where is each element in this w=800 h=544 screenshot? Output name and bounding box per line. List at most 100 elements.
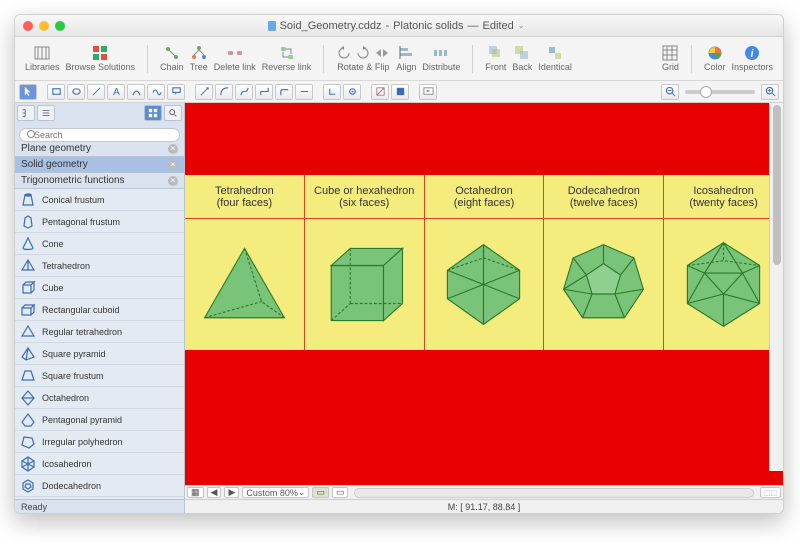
- list-item[interactable]: Octahedron: [15, 387, 184, 409]
- list-item[interactable]: Irregular polyhedron: [15, 431, 184, 453]
- list-item[interactable]: Pentagonal frustum: [15, 211, 184, 233]
- list-item[interactable]: Square frustum: [15, 365, 184, 387]
- solid-icosahedron[interactable]: Icosahedron(twenty faces): [664, 175, 783, 350]
- zoom-in-button[interactable]: [761, 84, 779, 100]
- page-tab-add[interactable]: ▦: [187, 487, 204, 498]
- browse-solutions-button[interactable]: Browse Solutions: [66, 45, 136, 72]
- connector-direct-tool[interactable]: [195, 84, 213, 100]
- sidebar-category-plane[interactable]: Plane geometry×: [15, 141, 184, 157]
- bezier-tool[interactable]: [127, 84, 145, 100]
- list-item[interactable]: Tetrahedron: [15, 255, 184, 277]
- list-item[interactable]: Icosahedron: [15, 453, 184, 475]
- chain-button[interactable]: Chain: [160, 45, 184, 72]
- inspectors-button[interactable]: i Inspectors: [731, 45, 773, 72]
- search-input[interactable]: [19, 128, 180, 142]
- distribute-button[interactable]: Distribute: [422, 45, 460, 72]
- grid-button[interactable]: Grid: [662, 45, 679, 72]
- ortho-tool[interactable]: [323, 84, 341, 100]
- solid-tetrahedron[interactable]: Tetrahedron(four faces): [185, 175, 305, 350]
- front-button[interactable]: Front: [485, 45, 506, 72]
- solid-cube[interactable]: Cube or hexahedron(six faces): [305, 175, 425, 350]
- minimize-button[interactable]: [39, 21, 49, 31]
- solid-header: Icosahedron(twenty faces): [664, 175, 783, 219]
- connector-smart-tool[interactable]: [255, 84, 273, 100]
- sidebar-category-trig[interactable]: Trigonometric functions×: [15, 173, 184, 189]
- pentagonal-pyramid-icon: [19, 411, 37, 429]
- zoom-dropdown[interactable]: Custom 80% ⌄: [242, 487, 309, 498]
- document-icon: [268, 21, 276, 31]
- callout-tool[interactable]: [167, 84, 185, 100]
- main-area: Plane geometry× Solid geometry× Trigonom…: [15, 103, 783, 513]
- libraries-button[interactable]: Libraries: [25, 45, 60, 72]
- back-icon: [514, 45, 530, 61]
- snap-tool[interactable]: [343, 84, 361, 100]
- tree-button[interactable]: Tree: [190, 45, 208, 72]
- identical-button[interactable]: Identical: [538, 45, 572, 72]
- align-icon: [398, 45, 414, 61]
- close-icon[interactable]: ×: [168, 144, 178, 154]
- list-item[interactable]: Square pyramid: [15, 343, 184, 365]
- solid-octahedron[interactable]: Octahedron(eight faces): [425, 175, 545, 350]
- vertical-scrollbar[interactable]: [769, 103, 783, 471]
- list-item[interactable]: Dodecahedron: [15, 475, 184, 497]
- doc-title: Platonic solids: [393, 20, 463, 32]
- chain-icon: [164, 45, 180, 61]
- zoom-out-button[interactable]: [661, 84, 679, 100]
- list-item[interactable]: Conical frustum: [15, 189, 184, 211]
- fill-tool[interactable]: [391, 84, 409, 100]
- line-tool[interactable]: [87, 84, 105, 100]
- page-indicator-2[interactable]: ▭: [332, 487, 349, 498]
- back-button[interactable]: Back: [512, 45, 532, 72]
- list-item[interactable]: Rectangular cuboid: [15, 299, 184, 321]
- close-icon[interactable]: ×: [168, 176, 178, 186]
- horizontal-scroll-track[interactable]: [354, 488, 753, 498]
- pentagonal-frustum-icon: [19, 213, 37, 231]
- rotate-flip-button[interactable]: Rotate & Flip: [336, 45, 390, 72]
- close-icon[interactable]: ×: [168, 160, 178, 170]
- page-next[interactable]: ▶: [224, 487, 239, 498]
- canvas[interactable]: Tetrahedron(four faces) Cube or hexahedr…: [185, 103, 783, 485]
- title-dropdown-icon[interactable]: ⌄: [518, 21, 525, 30]
- sidebar-tab-list[interactable]: [37, 105, 55, 121]
- solid-header: Octahedron(eight faces): [425, 175, 544, 219]
- list-item[interactable]: Cone: [15, 233, 184, 255]
- spline-tool[interactable]: [147, 84, 165, 100]
- connector-bezier-tool[interactable]: [235, 84, 253, 100]
- ellipse-tool[interactable]: [67, 84, 85, 100]
- reverse-link-icon: [279, 45, 295, 61]
- zoom-slider[interactable]: [685, 90, 755, 94]
- page-indicator-1[interactable]: ▭: [312, 487, 329, 498]
- rect-tool[interactable]: [47, 84, 65, 100]
- sidebar-tab-grid[interactable]: [144, 105, 162, 121]
- filename: Soid_Geometry.cddz: [280, 20, 382, 32]
- sidebar-tab-search[interactable]: [164, 105, 182, 121]
- presentation-tool[interactable]: [419, 84, 437, 100]
- browse-icon: [92, 45, 108, 61]
- front-icon: [488, 45, 504, 61]
- cone-icon: [19, 235, 37, 253]
- list-item[interactable]: Pentagonal pyramid: [15, 409, 184, 431]
- pointer-tool[interactable]: [19, 84, 37, 100]
- status-text: Ready: [15, 499, 184, 513]
- page-prev[interactable]: ◀: [207, 487, 222, 498]
- solid-header: Cube or hexahedron(six faces): [305, 175, 424, 219]
- sidebar-search: [15, 123, 184, 141]
- close-button[interactable]: [23, 21, 33, 31]
- connector-arc-tool[interactable]: [215, 84, 233, 100]
- delete-link-button[interactable]: Delete link: [214, 45, 256, 72]
- sidebar-tab-tree[interactable]: [17, 105, 35, 121]
- sidebar-category-solid[interactable]: Solid geometry×: [15, 157, 184, 173]
- color-button[interactable]: Color: [704, 45, 726, 72]
- list-item[interactable]: Cube: [15, 277, 184, 299]
- page-right[interactable]: ⬚⬚: [760, 487, 781, 498]
- no-fill-tool[interactable]: [371, 84, 389, 100]
- solid-dodecahedron[interactable]: Dodecahedron(twelve faces): [544, 175, 664, 350]
- distribute-icon: [433, 45, 449, 61]
- connector-round-tool[interactable]: [275, 84, 293, 100]
- reverse-link-button[interactable]: Reverse link: [262, 45, 312, 72]
- zoom-button[interactable]: [55, 21, 65, 31]
- connector-line-tool[interactable]: [295, 84, 313, 100]
- text-tool[interactable]: A: [107, 84, 125, 100]
- list-item[interactable]: Regular tetrahedron: [15, 321, 184, 343]
- align-button[interactable]: Align: [396, 45, 416, 72]
